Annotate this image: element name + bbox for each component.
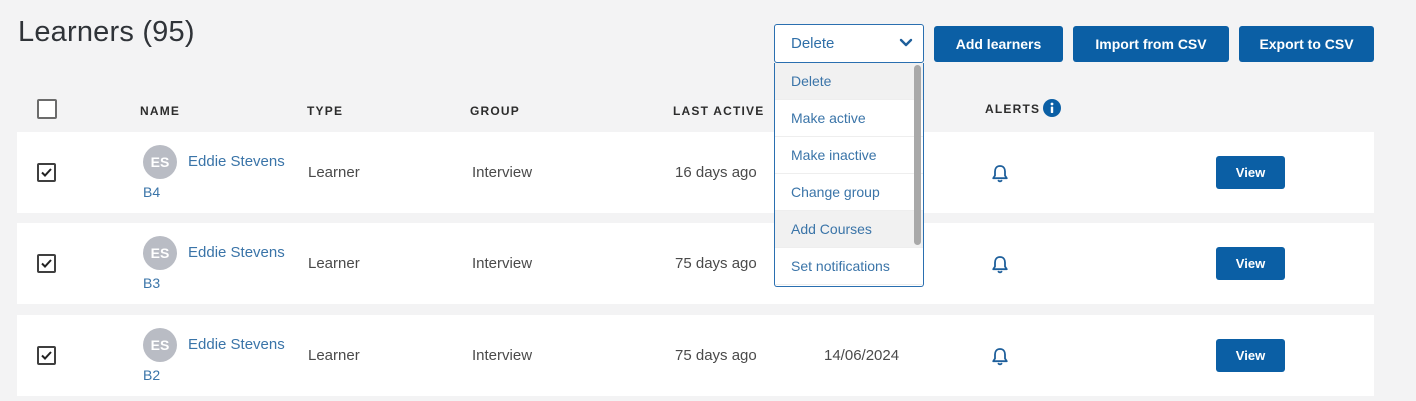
learner-type: Learner [308, 164, 360, 181]
view-button[interactable]: View [1216, 156, 1285, 189]
learner-group: Interview [472, 255, 533, 272]
check-icon [41, 259, 52, 268]
table-row[interactable]: ES Eddie Stevens B2 Learner Interview 75… [17, 315, 1374, 396]
column-header-last-active[interactable]: LAST ACTIVE [673, 104, 764, 118]
last-active: 75 days ago [675, 255, 757, 272]
learner-group: Interview [472, 164, 533, 181]
import-csv-button[interactable]: Import from CSV [1073, 26, 1229, 62]
page-title: Learners (95) [18, 16, 195, 48]
column-header-type[interactable]: TYPE [307, 104, 343, 118]
bulk-action-selected: Delete [791, 35, 835, 52]
column-header-alerts: ALERTS [985, 102, 1041, 116]
export-csv-button[interactable]: Export to CSV [1239, 26, 1374, 62]
bell-icon[interactable] [991, 347, 1009, 367]
learner-name-link[interactable]: Eddie Stevens [188, 244, 285, 261]
learner-code[interactable]: B3 [143, 275, 160, 291]
learner-type: Learner [308, 255, 360, 272]
check-icon [41, 351, 52, 360]
row-checkbox[interactable] [37, 254, 56, 273]
learner-code[interactable]: B2 [143, 367, 160, 383]
add-learners-button[interactable]: Add learners [934, 26, 1063, 62]
view-button[interactable]: View [1216, 247, 1285, 280]
menu-item-set-notifications[interactable]: Set notifications [775, 248, 923, 285]
menu-item-add-courses[interactable]: Add Courses [775, 211, 923, 248]
menu-item-make-active[interactable]: Make active [775, 100, 923, 137]
table-row[interactable]: ES Eddie Stevens B3 Learner Interview 75… [17, 223, 1374, 304]
learner-name-link[interactable]: Eddie Stevens [188, 153, 285, 170]
bell-icon[interactable] [991, 164, 1009, 184]
avatar: ES [143, 145, 177, 179]
select-all-checkbox[interactable] [37, 99, 57, 119]
table-row[interactable]: ES Eddie Stevens B4 Learner Interview 16… [17, 132, 1374, 213]
last-active: 16 days ago [675, 164, 757, 181]
chevron-down-icon [899, 38, 913, 47]
row-checkbox[interactable] [37, 163, 56, 182]
info-icon[interactable] [1043, 99, 1061, 117]
check-icon [41, 168, 52, 177]
bell-icon[interactable] [991, 255, 1009, 275]
menu-item-change-group[interactable]: Change group [775, 174, 923, 211]
view-button[interactable]: View [1216, 339, 1285, 372]
bulk-action-menu[interactable]: Delete Make active Make inactive Change … [774, 63, 924, 287]
column-header-name[interactable]: NAME [140, 104, 180, 118]
date: 14/06/2024 [824, 347, 900, 364]
row-checkbox[interactable] [37, 346, 56, 365]
learner-type: Learner [308, 347, 360, 364]
avatar: ES [143, 328, 177, 362]
avatar: ES [143, 236, 177, 270]
learner-code[interactable]: B4 [143, 184, 160, 200]
learner-name-link[interactable]: Eddie Stevens [188, 336, 285, 353]
menu-item-delete[interactable]: Delete [775, 63, 923, 100]
column-header-group[interactable]: GROUP [470, 104, 520, 118]
menu-scrollbar[interactable] [914, 65, 921, 245]
learner-group: Interview [472, 347, 533, 364]
bulk-action-select[interactable]: Delete [774, 24, 924, 63]
menu-item-make-inactive[interactable]: Make inactive [775, 137, 923, 174]
last-active: 75 days ago [675, 347, 757, 364]
